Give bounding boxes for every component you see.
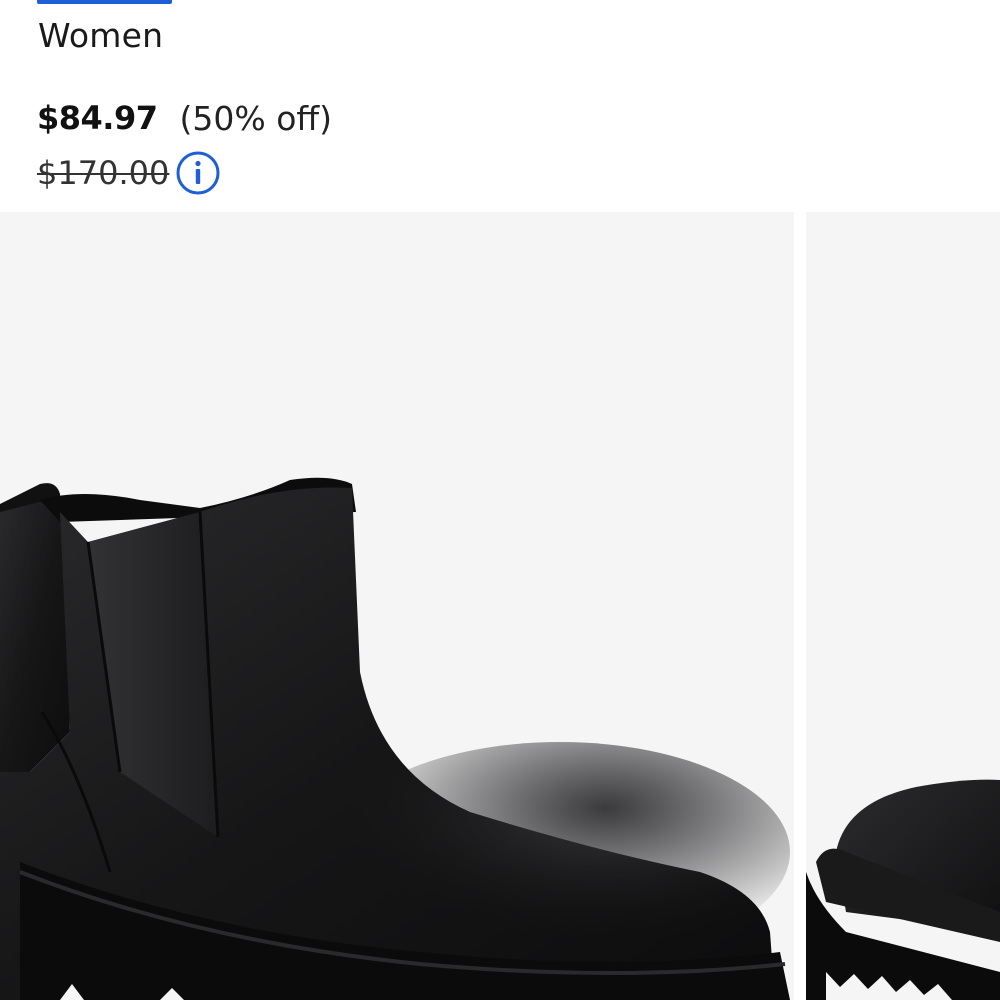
boot-side-view-image [0,477,790,1000]
info-circle-icon[interactable] [175,150,221,196]
product-image-secondary[interactable] [806,212,1000,1000]
price-row: $84.97 (50% off) [37,96,332,140]
category-label[interactable]: Women [38,16,163,56]
product-image-main[interactable] [0,212,794,1000]
product-detail-page: Women $84.97 (50% off) $170.00 [0,0,1000,1000]
product-image-carousel[interactable] [0,212,1000,1000]
boot-toe-detail-image [806,779,1000,1000]
sale-price: $84.97 [37,99,158,137]
original-price: $170.00 [37,154,170,192]
discount-percent: (50% off) [179,98,332,138]
active-tab-indicator [37,0,172,4]
original-price-row: $170.00 [37,150,221,196]
